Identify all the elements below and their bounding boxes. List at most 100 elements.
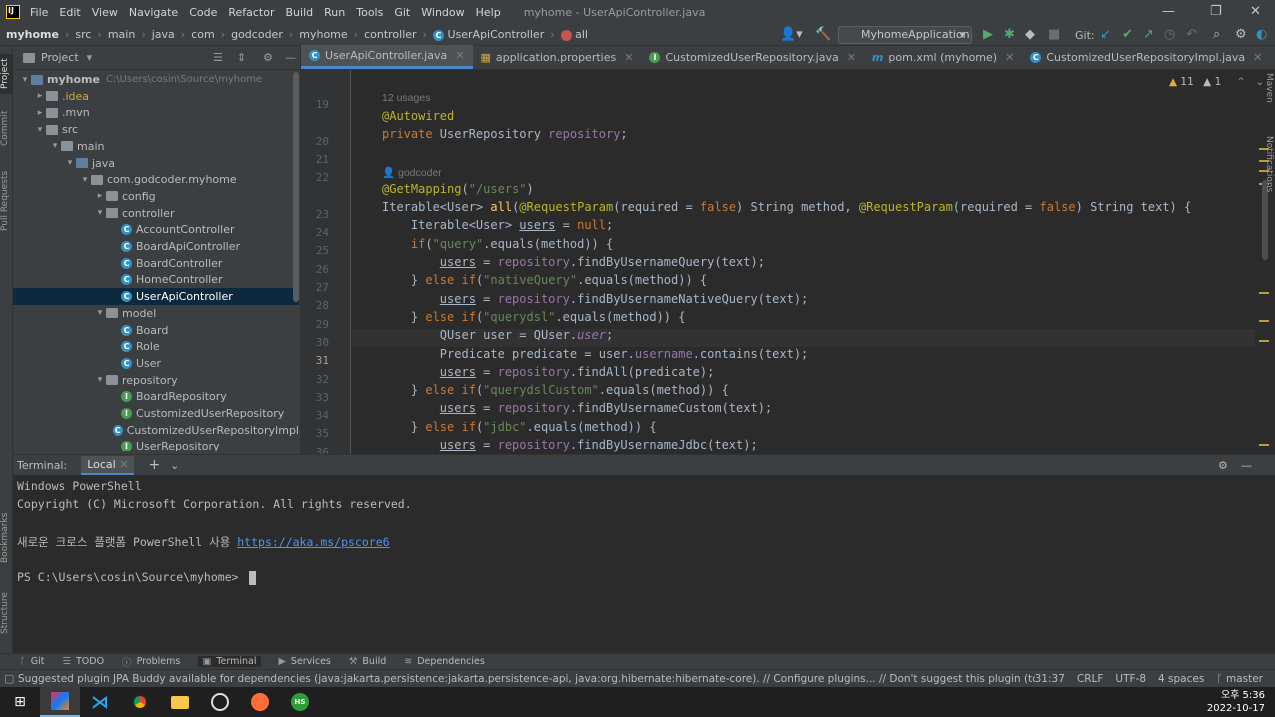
menu-edit[interactable]: Edit (59, 6, 80, 19)
debug-icon[interactable]: ✱ (1004, 27, 1015, 42)
hide-panel-icon[interactable]: — (285, 51, 296, 64)
chevron-right-icon[interactable]: ▸ (94, 191, 106, 201)
toolwindow-dependencies[interactable]: ≋ Dependencies (404, 656, 485, 667)
status-message[interactable]: Suggested plugin JPA Buddy available for… (18, 671, 1035, 686)
tree-scrollbar[interactable] (293, 72, 299, 302)
tree-item-model[interactable]: ▾ model (13, 305, 299, 322)
close-icon[interactable]: ✕ (1250, 4, 1261, 19)
expand-all-icon[interactable]: ⇕ (237, 51, 246, 64)
code-line[interactable]: @GetMapping("/users") (382, 182, 534, 196)
tree-item-src[interactable]: ▾ src (13, 121, 299, 138)
tree-item-customizeduserrepository[interactable]: I CustomizedUserRepository (13, 405, 299, 422)
tree-item-accountcontroller[interactable]: C AccountController (13, 221, 299, 238)
bookmarks-tool-button[interactable]: Bookmarks (0, 508, 13, 568)
tree-item-myhome[interactable]: ▾ myhome C:\Users\cosin\Source\myhome (13, 71, 299, 88)
toolwindow-problems[interactable]: ⓘ Problems (122, 655, 180, 669)
chevron-down-icon[interactable]: ▾ (79, 175, 91, 185)
menu-build[interactable]: Build (286, 6, 314, 19)
chevron-right-icon[interactable]: ▸ (34, 91, 46, 101)
code-line[interactable]: } else if("querydslCustom".equals(method… (382, 383, 729, 397)
code-line[interactable]: users = repository.findByUsernameNativeQ… (382, 292, 808, 306)
rollback-icon[interactable]: ↶ (1186, 27, 1197, 42)
plugin-icon[interactable]: ◐ (1256, 27, 1267, 42)
tree-item-homecontroller[interactable]: C HomeController (13, 271, 299, 288)
project-panel-title[interactable]: Project (41, 51, 79, 64)
tab-userapicontroller-java[interactable]: C UserApiController.java ✕ (301, 45, 473, 69)
chevron-down-icon[interactable]: ▾ (87, 51, 93, 64)
build-hammer-icon[interactable]: 🔨 (815, 27, 831, 42)
code-vision-hint[interactable]: 12 usages (382, 92, 430, 104)
chevron-down-icon[interactable]: ▾ (94, 308, 106, 318)
menu-view[interactable]: View (92, 6, 118, 19)
code-line[interactable]: private UserRepository repository; (382, 127, 628, 141)
stop-icon[interactable]: ■ (1048, 27, 1060, 42)
chevron-down-icon[interactable]: ▾ (94, 208, 106, 218)
code-line[interactable]: users = repository.findAll(predicate); (382, 365, 715, 379)
tree-item-role[interactable]: C Role (13, 338, 299, 355)
code-line[interactable]: } else if("querydsl".equals(method)) { (382, 310, 686, 324)
postman-taskbar-icon[interactable] (240, 687, 280, 717)
coverage-icon[interactable]: ◆ (1025, 27, 1035, 42)
tree-item-boardcontroller[interactable]: C BoardController (13, 255, 299, 272)
tree-item-userapicontroller[interactable]: C UserApiController (13, 288, 299, 306)
breadcrumb-java[interactable]: java (152, 28, 175, 41)
toolwindow-terminal[interactable]: ▣ Terminal (198, 656, 261, 667)
tree-item-board[interactable]: C Board (13, 322, 299, 339)
code-line[interactable]: } else if("nativeQuery".equals(method)) … (382, 273, 707, 287)
run-icon[interactable]: ▶ (983, 27, 993, 42)
user-icon[interactable]: 👤▾ (780, 27, 803, 42)
tree-item-userrepository[interactable]: I UserRepository (13, 438, 299, 451)
menu-refactor[interactable]: Refactor (228, 6, 274, 19)
tab-customizeduserrepositoryimpl-java[interactable]: C CustomizedUserRepositoryImpl.java ✕ (1022, 45, 1270, 69)
tree-item-java[interactable]: ▾ java (13, 155, 299, 172)
menu-tools[interactable]: Tools (356, 6, 383, 19)
code-vision-hint[interactable]: 👤 godcoder (382, 166, 442, 179)
windows-start-icon[interactable]: ⊞ (0, 687, 40, 717)
heidisql-taskbar-icon[interactable]: HS (280, 687, 320, 717)
terminal-settings-icon[interactable]: ⚙ (1218, 459, 1228, 472)
breadcrumb-myhome-pkg[interactable]: myhome (299, 28, 347, 41)
hide-terminal-icon[interactable]: — (1241, 459, 1252, 472)
terminal-prompt[interactable]: PS C:\Users\cosin\Source\myhome> (17, 570, 257, 585)
tab-customizeduserrepository-java[interactable]: I CustomizedUserRepository.java ✕ (641, 45, 863, 69)
chevron-right-icon[interactable]: ▸ (34, 108, 46, 118)
clock-app-taskbar-icon[interactable] (200, 687, 240, 717)
chevron-down-icon[interactable]: ▾ (19, 75, 31, 85)
new-terminal-icon[interactable]: + (148, 457, 160, 473)
collapse-all-icon[interactable]: ☰ (213, 51, 223, 64)
git-branch[interactable]: ᚴ master (1216, 673, 1263, 685)
tree-item-boardapicontroller[interactable]: C BoardApiController (13, 238, 299, 255)
status-toggle-icon[interactable]: ▢ (4, 672, 14, 685)
structure-tool-button[interactable]: Structure (0, 586, 13, 641)
tree-item-boardrepository[interactable]: I BoardRepository (13, 388, 299, 405)
menu-git[interactable]: Git (394, 6, 410, 19)
git-commit-icon[interactable]: ✔ (1122, 27, 1133, 42)
tree-item-com-godcoder-myhome[interactable]: ▾ com.godcoder.myhome (13, 171, 299, 188)
chevron-down-icon[interactable]: ▾ (94, 375, 106, 385)
code-line[interactable]: } else if("jdbc".equals(method)) { (382, 420, 657, 434)
menu-file[interactable]: File (30, 6, 48, 19)
search-icon[interactable]: ⌕ (1213, 27, 1220, 42)
terminal-tab-local[interactable]: Local ✕ (81, 455, 135, 475)
inspection-widget[interactable]: ▲ 11 ▲ 1 ⌃ ⌄ (1169, 76, 1264, 88)
menu-code[interactable]: Code (189, 6, 217, 19)
code-line[interactable]: Iterable<User> all(@RequestParam(require… (382, 200, 1191, 214)
code-line[interactable]: Predicate predicate = user.username.cont… (382, 347, 808, 361)
toolwindow-services[interactable]: ▶ Services (279, 656, 331, 667)
close-tab-icon[interactable]: ✕ (847, 51, 856, 64)
code-line[interactable]: Iterable<User> users = null; (382, 218, 613, 232)
toolwindow-todo[interactable]: ☰ TODO (62, 656, 104, 667)
tree-item-repository[interactable]: ▾ repository (13, 372, 299, 389)
menu-navigate[interactable]: Navigate (129, 6, 178, 19)
breadcrumb-myhome[interactable]: myhome (6, 28, 59, 41)
breadcrumb-src[interactable]: src (75, 28, 91, 41)
settings-gear-icon[interactable]: ⚙ (1235, 27, 1247, 42)
history-icon[interactable]: ◷ (1164, 27, 1175, 42)
intellij-taskbar-icon[interactable] (40, 687, 80, 717)
chrome-taskbar-icon[interactable] (120, 687, 160, 717)
tree-item--mvn[interactable]: ▸ .mvn (13, 104, 299, 121)
toolwindow-git[interactable]: ᚴ Git (20, 656, 44, 667)
taskbar-clock[interactable]: 오후 5:36 2022-10-17 (1207, 689, 1265, 715)
file-encoding[interactable]: UTF-8 (1115, 673, 1146, 685)
git-update-icon[interactable]: ↙ (1100, 27, 1111, 42)
